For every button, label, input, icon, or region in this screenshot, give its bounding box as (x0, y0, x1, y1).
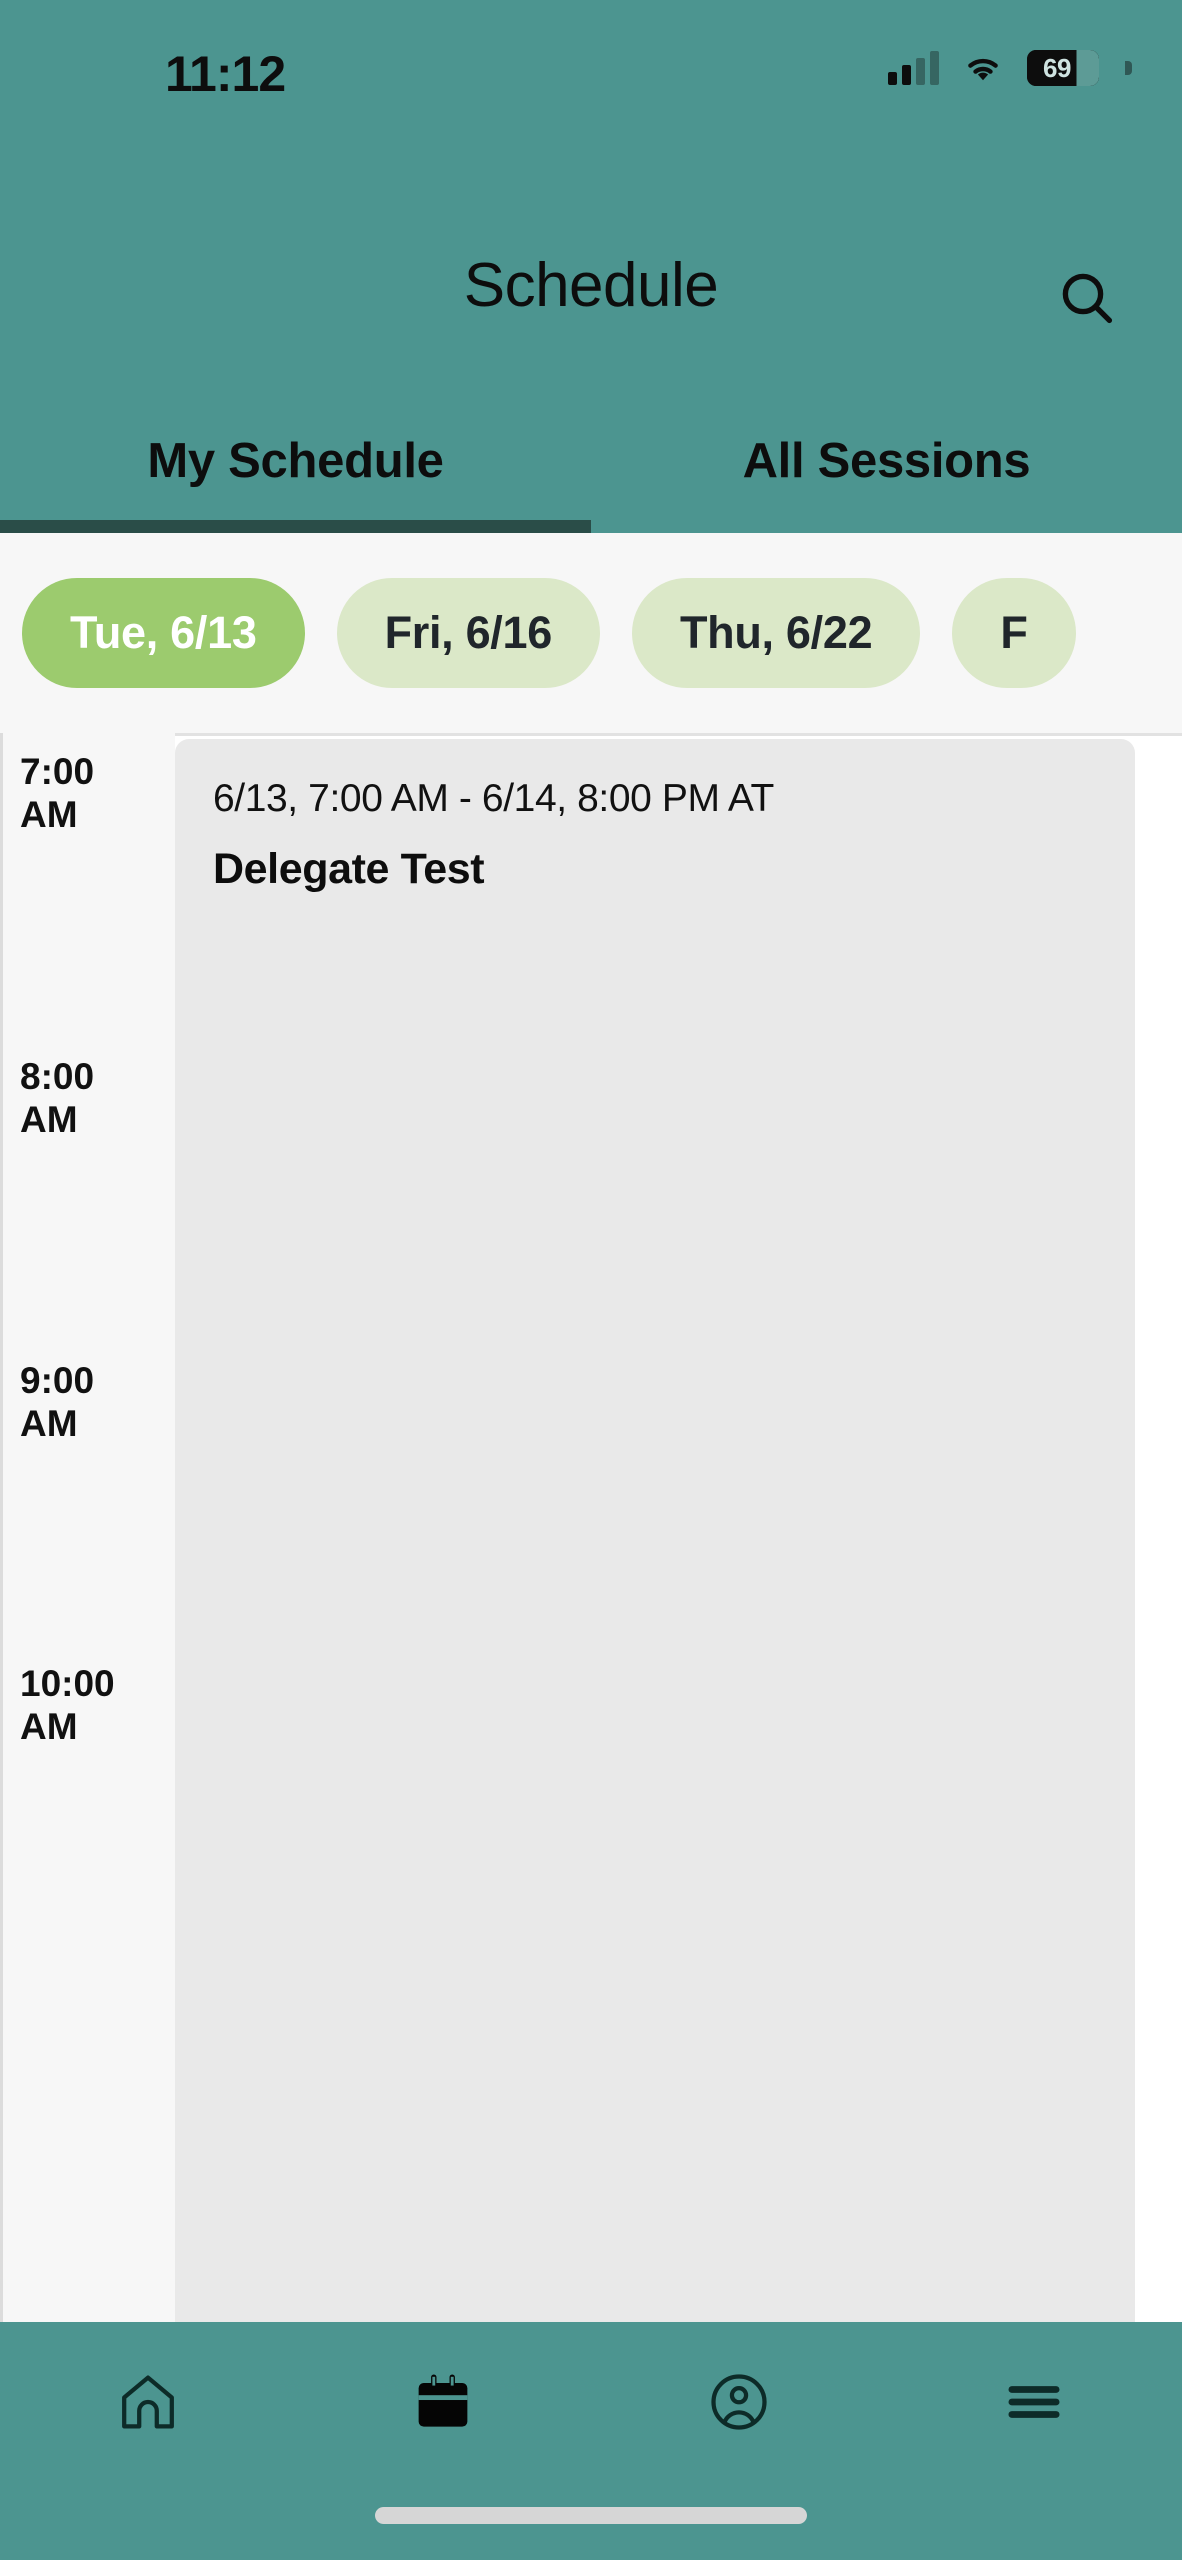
date-chip-partial[interactable]: F (952, 578, 1076, 688)
time-gutter: 7:00 AM 8:00 AM 9:00 AM 10:00 AM (0, 733, 175, 2322)
date-chip-label: Fri, 6/16 (384, 607, 553, 658)
nav-item-profile[interactable] (591, 2322, 887, 2482)
home-indicator (375, 2507, 807, 2524)
nav-item-more[interactable] (887, 2322, 1182, 2482)
nav-item-schedule[interactable] (296, 2322, 592, 2482)
time-tick-8am: 8:00 AM (20, 1056, 170, 1142)
time-tick-meridiem: AM (20, 1705, 78, 1747)
battery-cap-icon (1125, 61, 1132, 75)
wifi-icon (968, 58, 998, 81)
bottom-nav-items (0, 2322, 1182, 2482)
status-bar-icons: 69 (888, 50, 1132, 86)
calendar-icon (418, 2374, 468, 2427)
tab-my-schedule[interactable]: My Schedule (0, 415, 591, 533)
tab-my-schedule-label: My Schedule (147, 434, 444, 488)
date-chip-fri-6-16[interactable]: Fri, 6/16 (336, 578, 600, 688)
date-chip-label: F (1000, 607, 1028, 658)
time-tick-hour: 9:00 (20, 1360, 95, 1401)
status-bar-time: 11:12 (165, 46, 286, 102)
tab-all-sessions-label: All Sessions (742, 434, 1031, 488)
time-tick-meridiem: AM (20, 1402, 78, 1444)
search-icon (1062, 273, 1113, 324)
nav-item-home[interactable] (0, 2322, 296, 2482)
time-tick-10am: 10:00 AM (20, 1663, 170, 1749)
time-tick-9am: 9:00 AM (20, 1360, 170, 1446)
date-chip-thu-6-22[interactable]: Thu, 6/22 (631, 578, 921, 688)
schedule-top-divider (175, 733, 1182, 736)
user-circle-icon (711, 2374, 767, 2430)
status-bar: 11:12 69 (0, 0, 1182, 120)
date-chip-label: Tue, 6/13 (70, 607, 257, 658)
date-chip-tue-6-13[interactable]: Tue, 6/13 (22, 578, 305, 688)
schedule-timeline: 7:00 AM 8:00 AM 9:00 AM 10:00 AM 6/13, 7… (0, 733, 1182, 2322)
time-tick-meridiem: AM (20, 793, 78, 835)
event-card-delegate-test[interactable]: 6/13, 7:00 AM - 6/14, 8:00 PM AT Delegat… (175, 739, 1135, 2322)
time-tick-hour: 10:00 (20, 1663, 115, 1704)
search-button[interactable] (1047, 258, 1127, 338)
event-title: Delegate Test (213, 845, 485, 893)
event-time-range: 6/13, 7:00 AM - 6/14, 8:00 PM AT (213, 777, 774, 820)
app-header: 11:12 69 Schedule My Schedule All Sessio… (0, 0, 1182, 533)
tab-bar: My Schedule All Sessions (0, 415, 1182, 533)
time-tick-meridiem: AM (20, 1098, 78, 1140)
cellular-signal-icon (888, 51, 939, 85)
home-icon (121, 2375, 174, 2429)
tab-all-sessions[interactable]: All Sessions (591, 415, 1182, 533)
page-title: Schedule (463, 251, 719, 320)
time-tick-hour: 8:00 (20, 1056, 95, 1097)
battery-icon: 69 (1027, 50, 1099, 86)
app-screen: 11:12 69 Schedule My Schedule All Sessio… (0, 0, 1182, 2560)
bottom-navigation-bar (0, 2322, 1182, 2560)
battery-percent: 69 (1043, 52, 1071, 83)
time-tick-7am: 7:00 AM (20, 751, 170, 837)
time-tick-hour: 7:00 (20, 751, 95, 792)
hamburger-menu-icon (1008, 2386, 1060, 2418)
gutter-divider (0, 733, 3, 2322)
date-chip-label: Thu, 6/22 (679, 607, 873, 658)
date-chip-row[interactable]: Tue, 6/13 Fri, 6/16 Thu, 6/22 F (0, 533, 1182, 733)
